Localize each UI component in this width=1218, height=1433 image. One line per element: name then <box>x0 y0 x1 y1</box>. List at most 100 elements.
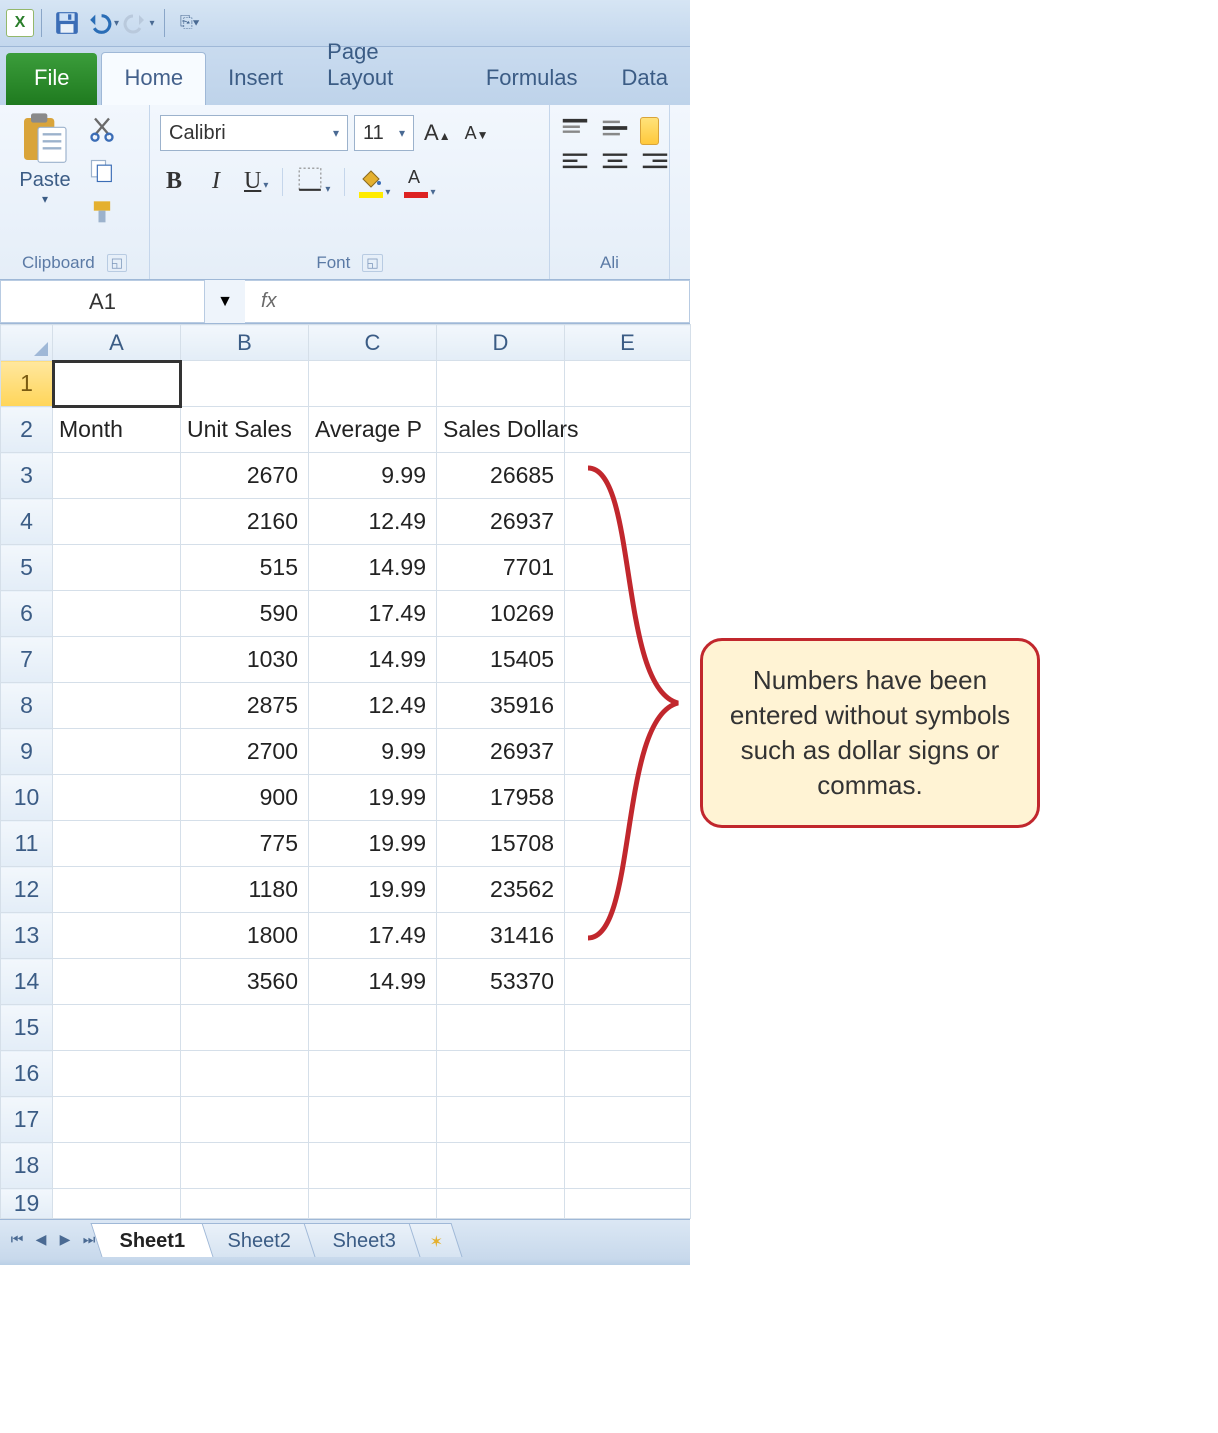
cell-C6[interactable]: 17.49 <box>309 591 437 637</box>
customize-qat-button[interactable]: ⎘▾ <box>180 14 200 32</box>
row-header-10[interactable]: 10 <box>1 775 53 821</box>
row-header-16[interactable]: 16 <box>1 1051 53 1097</box>
tab-formulas[interactable]: Formulas <box>464 53 600 105</box>
cell-E1[interactable] <box>565 361 691 407</box>
cell-A5[interactable] <box>53 545 181 591</box>
select-all-corner[interactable] <box>1 325 53 361</box>
bold-button[interactable]: B <box>160 168 188 195</box>
row-header-15[interactable]: 15 <box>1 1005 53 1051</box>
cell-B12[interactable]: 1180 <box>181 867 309 913</box>
row-header-2[interactable]: 2 <box>1 407 53 453</box>
cell-D4[interactable]: 26937 <box>437 499 565 545</box>
cell-C13[interactable]: 17.49 <box>309 913 437 959</box>
cell-A7[interactable] <box>53 637 181 683</box>
tab-data[interactable]: Data <box>600 53 690 105</box>
paste-button[interactable]: Paste ▾ <box>10 111 80 231</box>
cell-B15[interactable] <box>181 1005 309 1051</box>
cell-E9[interactable] <box>565 729 691 775</box>
cell-A9[interactable] <box>53 729 181 775</box>
excel-app-icon[interactable]: X <box>6 9 34 37</box>
row-header-13[interactable]: 13 <box>1 913 53 959</box>
cell-B11[interactable]: 775 <box>181 821 309 867</box>
row-header-9[interactable]: 9 <box>1 729 53 775</box>
row-header-3[interactable]: 3 <box>1 453 53 499</box>
increase-font-size-button[interactable]: A▲ <box>420 120 455 146</box>
cell-C2[interactable]: Average P <box>309 407 437 453</box>
cell-D17[interactable] <box>437 1097 565 1143</box>
cell-E10[interactable] <box>565 775 691 821</box>
cell-D5[interactable]: 7701 <box>437 545 565 591</box>
fill-color-button[interactable]: ▾ <box>359 165 390 198</box>
align-top-button[interactable] <box>560 117 590 139</box>
cell-A18[interactable] <box>53 1143 181 1189</box>
cell-D3[interactable]: 26685 <box>437 453 565 499</box>
font-name-combo[interactable]: Calibri▾ <box>160 115 348 151</box>
row-header-12[interactable]: 12 <box>1 867 53 913</box>
cell-D16[interactable] <box>437 1051 565 1097</box>
sheet-tab-2[interactable]: Sheet2 <box>198 1223 318 1257</box>
cell-A12[interactable] <box>53 867 181 913</box>
cell-E14[interactable] <box>565 959 691 1005</box>
cell-D7[interactable]: 15405 <box>437 637 565 683</box>
cell-A19[interactable] <box>53 1189 181 1219</box>
cell-D1[interactable] <box>437 361 565 407</box>
row-header-6[interactable]: 6 <box>1 591 53 637</box>
chevron-down-icon[interactable]: ▾ <box>325 184 330 195</box>
cell-D18[interactable] <box>437 1143 565 1189</box>
cell-B2[interactable]: Unit Sales <box>181 407 309 453</box>
format-painter-button[interactable] <box>88 199 120 231</box>
cell-B4[interactable]: 2160 <box>181 499 309 545</box>
cell-A11[interactable] <box>53 821 181 867</box>
cell-A2[interactable]: Month <box>53 407 181 453</box>
row-header-7[interactable]: 7 <box>1 637 53 683</box>
cell-B10[interactable]: 900 <box>181 775 309 821</box>
chevron-down-icon[interactable]: ▾ <box>399 126 405 140</box>
cell-C9[interactable]: 9.99 <box>309 729 437 775</box>
cell-D13[interactable]: 31416 <box>437 913 565 959</box>
cell-D19[interactable] <box>437 1189 565 1219</box>
cell-C12[interactable]: 19.99 <box>309 867 437 913</box>
row-header-18[interactable]: 18 <box>1 1143 53 1189</box>
column-header-E[interactable]: E <box>565 325 691 361</box>
chevron-down-icon[interactable]: ▾ <box>263 180 268 191</box>
undo-button[interactable]: ▾ <box>87 7 119 39</box>
cell-A8[interactable] <box>53 683 181 729</box>
column-header-C[interactable]: C <box>309 325 437 361</box>
cell-C5[interactable]: 14.99 <box>309 545 437 591</box>
dialog-launcher-icon[interactable]: ◱ <box>107 254 127 272</box>
cell-A16[interactable] <box>53 1051 181 1097</box>
cell-C10[interactable]: 19.99 <box>309 775 437 821</box>
cell-E11[interactable] <box>565 821 691 867</box>
chevron-down-icon[interactable]: ▾ <box>333 126 339 140</box>
italic-button[interactable]: I <box>202 168 230 195</box>
decrease-font-size-button[interactable]: A▼ <box>461 123 493 144</box>
cell-E2[interactable] <box>565 407 691 453</box>
cell-E13[interactable] <box>565 913 691 959</box>
prev-sheet-button[interactable]: ◀ <box>30 1229 52 1251</box>
row-header-17[interactable]: 17 <box>1 1097 53 1143</box>
row-header-19[interactable]: 19 <box>1 1189 53 1219</box>
cell-D12[interactable]: 23562 <box>437 867 565 913</box>
cell-D15[interactable] <box>437 1005 565 1051</box>
cell-E6[interactable] <box>565 591 691 637</box>
cell-C16[interactable] <box>309 1051 437 1097</box>
cell-C1[interactable] <box>309 361 437 407</box>
fx-icon[interactable]: fx <box>245 290 293 313</box>
cell-C18[interactable] <box>309 1143 437 1189</box>
cell-B19[interactable] <box>181 1189 309 1219</box>
name-box[interactable]: A1 <box>0 280 205 323</box>
chevron-down-icon[interactable]: ▾ <box>430 187 435 198</box>
tab-home[interactable]: Home <box>101 52 206 105</box>
cell-A1[interactable] <box>53 361 181 407</box>
cell-A15[interactable] <box>53 1005 181 1051</box>
chevron-down-icon[interactable]: ▾ <box>114 18 119 29</box>
font-size-combo[interactable]: 11▾ <box>354 115 414 151</box>
cell-A13[interactable] <box>53 913 181 959</box>
cell-E15[interactable] <box>565 1005 691 1051</box>
formula-input[interactable] <box>293 281 689 322</box>
row-header-8[interactable]: 8 <box>1 683 53 729</box>
cell-C15[interactable] <box>309 1005 437 1051</box>
cell-A14[interactable] <box>53 959 181 1005</box>
sheet-tab-1[interactable]: Sheet1 <box>90 1223 213 1257</box>
cell-D14[interactable]: 53370 <box>437 959 565 1005</box>
